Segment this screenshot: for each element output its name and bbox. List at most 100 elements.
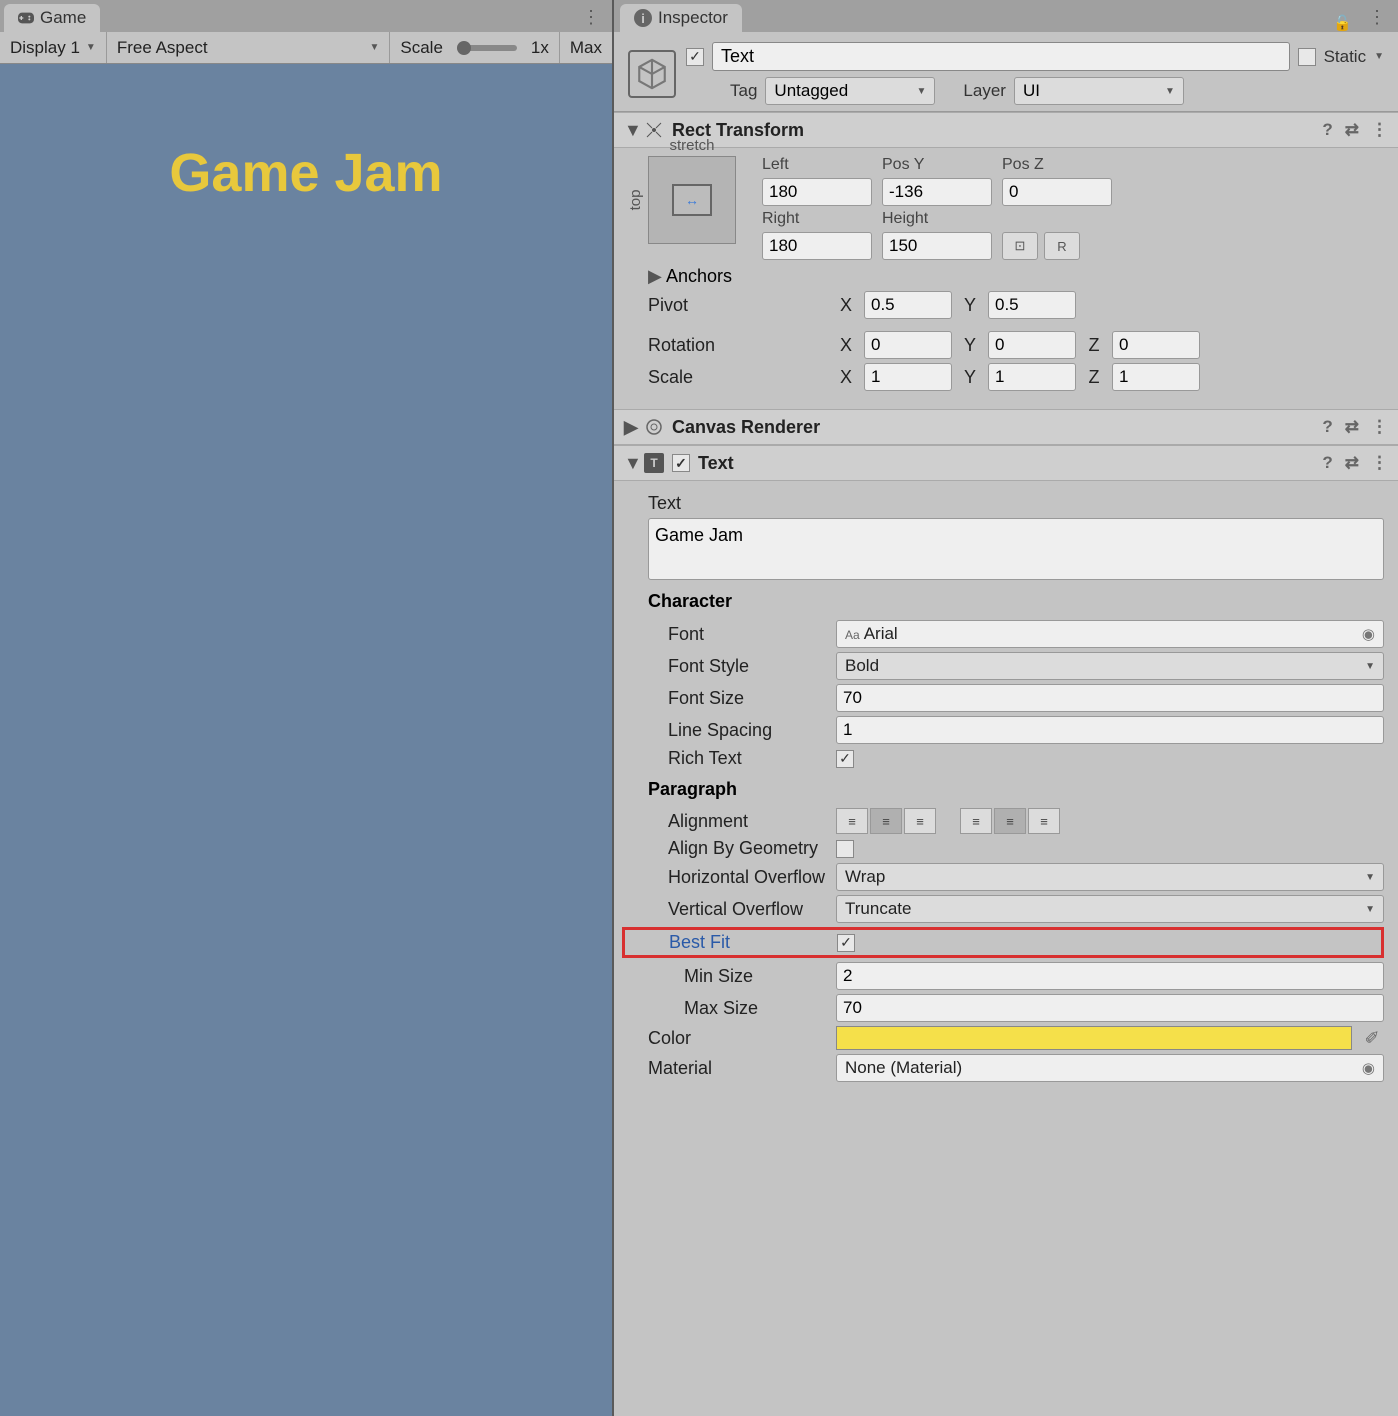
material-field[interactable]: None (Material)◉ (836, 1054, 1384, 1082)
target-icon[interactable]: ◉ (1362, 625, 1375, 643)
info-icon: i (634, 9, 652, 27)
blueprint-button[interactable]: ⊡ (1002, 232, 1038, 260)
align-center-button[interactable]: ≡ (870, 808, 902, 834)
rect-transform-body: stretch top ↔ Left Pos Y Pos Z Right Hei… (614, 148, 1398, 409)
anchor-preset-button[interactable]: stretch top ↔ (648, 156, 736, 244)
align-left-button[interactable]: ≡ (836, 808, 868, 834)
v-overflow-dropdown[interactable]: Truncate▼ (836, 895, 1384, 923)
h-overflow-dropdown[interactable]: Wrap▼ (836, 863, 1384, 891)
min-size-input[interactable] (836, 962, 1384, 990)
h-align-group: ≡ ≡ ≡ (836, 808, 936, 834)
rot-z-input[interactable] (1112, 331, 1200, 359)
font-field[interactable]: AaArial◉ (836, 620, 1384, 648)
game-tab-menu[interactable]: ⋮ (578, 3, 602, 32)
tab-game[interactable]: Game (4, 4, 100, 32)
canvas-renderer-title: Canvas Renderer (672, 417, 820, 438)
scl-y-input[interactable] (988, 363, 1076, 391)
character-section-label: Character (628, 585, 1384, 616)
canvas-renderer-icon (644, 417, 664, 437)
font-size-input[interactable] (836, 684, 1384, 712)
foldout-closed-icon: ▶ (624, 417, 636, 438)
align-middle-button[interactable]: ≡ (994, 808, 1026, 834)
lock-icon[interactable]: 🔓 (1333, 14, 1352, 32)
game-pane: Game ⋮ Display 1▼ Free Aspect▼ Scale 1x … (0, 0, 614, 1416)
scl-z-input[interactable] (1112, 363, 1200, 391)
inspector-tab-menu[interactable]: ⋮ (1364, 3, 1388, 32)
rich-text-checkbox[interactable]: ✓ (836, 750, 854, 768)
display-dropdown[interactable]: Display 1▼ (0, 32, 107, 63)
inspector-pane: i Inspector 🔓 ⋮ ✓ Static ▼ Tag Un (614, 0, 1398, 1416)
tab-inspector[interactable]: i Inspector (620, 4, 742, 32)
text-value-input[interactable]: Game Jam (648, 518, 1384, 580)
rawedit-button[interactable]: R (1044, 232, 1080, 260)
best-fit-row-highlighted: Best Fit ✓ (622, 927, 1384, 958)
preset-icon[interactable]: ⇄ (1345, 453, 1359, 473)
gameobject-name-input[interactable] (712, 42, 1290, 71)
left-input[interactable] (762, 178, 872, 206)
game-viewport: Game Jam (0, 64, 612, 1416)
height-input[interactable] (882, 232, 992, 260)
component-menu-icon[interactable]: ⋮ (1371, 120, 1388, 140)
component-menu-icon[interactable]: ⋮ (1371, 453, 1388, 473)
text-component-body: Text Game Jam Character Font AaArial◉ Fo… (614, 481, 1398, 1100)
inspector-tab-bar: i Inspector 🔓 ⋮ (614, 0, 1398, 32)
game-tab-bar: Game ⋮ (0, 0, 612, 32)
rot-x-input[interactable] (864, 331, 952, 359)
eyedropper-icon[interactable]: ✐ (1360, 1026, 1384, 1050)
align-geometry-checkbox[interactable] (836, 840, 854, 858)
right-input[interactable] (762, 232, 872, 260)
aspect-dropdown[interactable]: Free Aspect▼ (107, 32, 391, 63)
help-icon[interactable]: ? (1322, 120, 1332, 140)
static-checkbox[interactable] (1298, 48, 1316, 66)
chevron-down-icon: ▼ (369, 42, 379, 53)
tag-label: Tag (730, 81, 757, 101)
preset-icon[interactable]: ⇄ (1345, 417, 1359, 437)
help-icon[interactable]: ? (1322, 453, 1332, 473)
chevron-down-icon[interactable]: ▼ (1374, 51, 1384, 62)
anchors-foldout[interactable]: ▶ Anchors (628, 266, 1384, 287)
scl-x-input[interactable] (864, 363, 952, 391)
posy-input[interactable] (882, 178, 992, 206)
pivot-y-input[interactable] (988, 291, 1076, 319)
rect-transform-header[interactable]: ▼ Rect Transform ? ⇄ ⋮ (614, 112, 1398, 148)
maximize-toggle[interactable]: Max (560, 32, 612, 63)
tab-game-label: Game (40, 8, 86, 28)
tag-dropdown[interactable]: Untagged▼ (765, 77, 935, 105)
enabled-checkbox[interactable]: ✓ (686, 48, 704, 66)
align-bottom-button[interactable]: ≡ (1028, 808, 1060, 834)
font-style-dropdown[interactable]: Bold▼ (836, 652, 1384, 680)
layer-dropdown[interactable]: UI▼ (1014, 77, 1184, 105)
target-icon[interactable]: ◉ (1362, 1059, 1375, 1077)
line-spacing-input[interactable] (836, 716, 1384, 744)
chevron-down-icon: ▼ (86, 42, 96, 53)
scale-control[interactable]: Scale 1x (390, 32, 560, 63)
scale-slider[interactable] (457, 45, 517, 51)
foldout-open-icon: ▼ (624, 120, 636, 141)
max-size-input[interactable] (836, 994, 1384, 1022)
canvas-renderer-header[interactable]: ▶ Canvas Renderer ? ⇄ ⋮ (614, 409, 1398, 445)
align-top-button[interactable]: ≡ (960, 808, 992, 834)
align-right-button[interactable]: ≡ (904, 808, 936, 834)
component-menu-icon[interactable]: ⋮ (1371, 417, 1388, 437)
tab-inspector-label: Inspector (658, 8, 728, 28)
rect-transform-icon (644, 120, 664, 140)
game-toolbar: Display 1▼ Free Aspect▼ Scale 1x Max (0, 32, 612, 64)
cube-icon (635, 57, 669, 91)
v-align-group: ≡ ≡ ≡ (960, 808, 1060, 834)
preset-icon[interactable]: ⇄ (1345, 120, 1359, 140)
stretch-arrow-icon: ↔ (685, 192, 699, 208)
layer-label: Layer (963, 81, 1006, 101)
gameobject-icon[interactable] (628, 50, 676, 98)
pivot-x-input[interactable] (864, 291, 952, 319)
color-field[interactable] (836, 1026, 1352, 1050)
text-enabled-checkbox[interactable]: ✓ (672, 454, 690, 472)
text-icon: T (644, 453, 664, 473)
help-icon[interactable]: ? (1322, 417, 1332, 437)
text-component-header[interactable]: ▼ T ✓ Text ? ⇄ ⋮ (614, 445, 1398, 481)
gameobject-header: ✓ Static ▼ Tag Untagged▼ Layer UI▼ (614, 32, 1398, 112)
gamepad-icon (18, 12, 34, 24)
posz-input[interactable] (1002, 178, 1112, 206)
rot-y-input[interactable] (988, 331, 1076, 359)
best-fit-checkbox[interactable]: ✓ (837, 934, 855, 952)
foldout-closed-icon: ▶ (648, 266, 660, 287)
